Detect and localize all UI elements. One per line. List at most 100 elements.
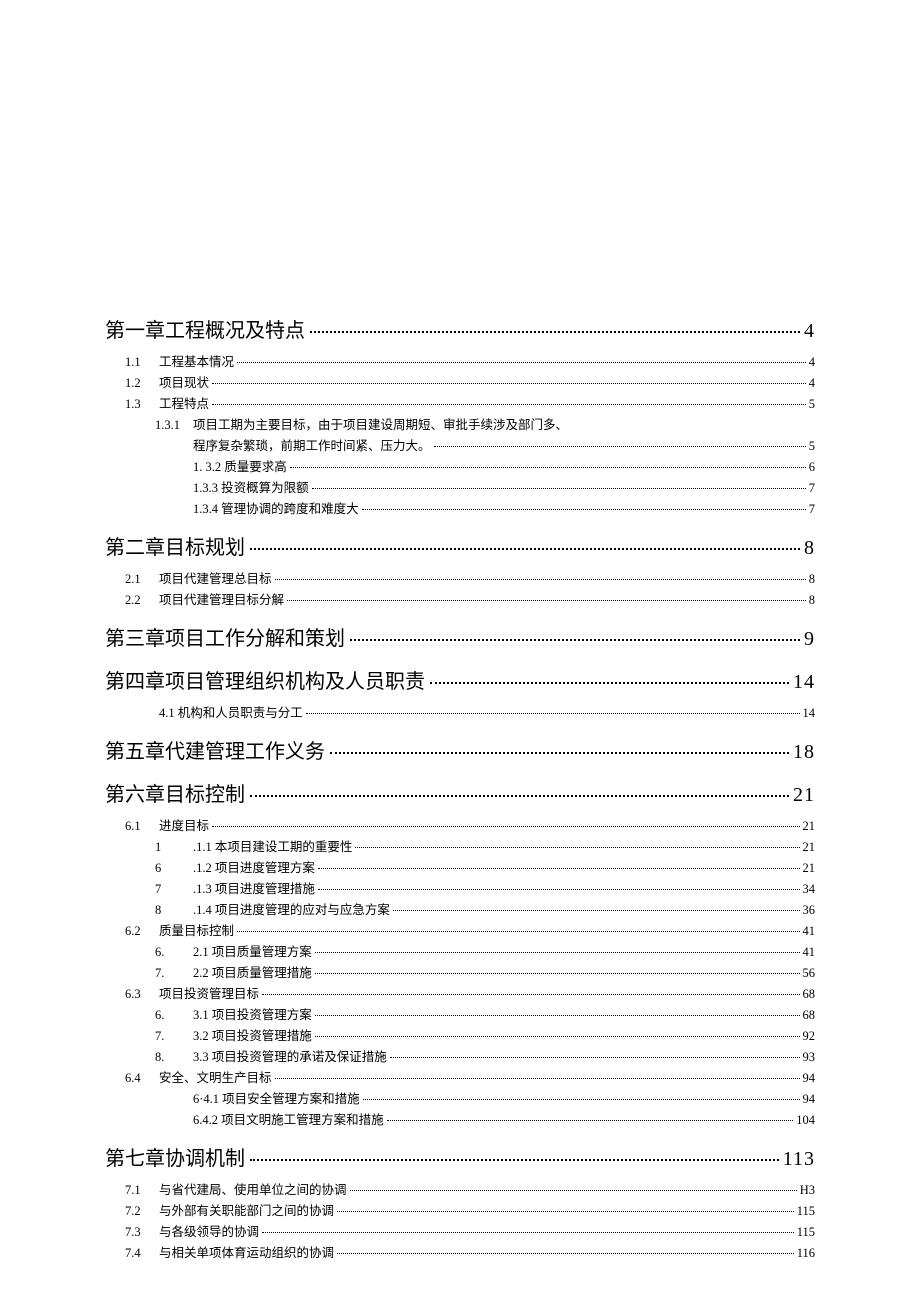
toc-num: 8: [155, 903, 193, 918]
toc-num: 1.2: [125, 376, 159, 391]
toc-num: 6: [155, 861, 193, 876]
toc-title: .1.3 项目进度管理措施: [193, 878, 315, 897]
toc-title: 项目代建管理目标分解: [159, 589, 284, 608]
toc-leader: [262, 1232, 794, 1233]
toc-num: 7.4: [125, 1246, 159, 1261]
toc-subsection: 1.3.1项目工期为主要目标，由于项目建设周期短、审批手续涉及部门多、: [155, 414, 815, 433]
toc-page: 9: [804, 628, 815, 651]
toc-leader: [434, 446, 806, 447]
toc-leader: [315, 1015, 800, 1016]
toc-leader: [387, 1120, 794, 1121]
toc-page: H3: [800, 1183, 815, 1198]
toc-page: 18: [793, 741, 815, 764]
toc-chapter: 第二章目标规划 8: [105, 531, 815, 560]
toc-page: 21: [803, 819, 816, 834]
toc-title: .1.1 本项目建设工期的重要性: [193, 836, 352, 855]
toc-page: 4: [809, 355, 815, 370]
toc-title: .1.2 项目进度管理方案: [193, 857, 315, 876]
toc-title: 1.3.4 管理协调的跨度和难度大: [193, 498, 359, 517]
toc-section: 7.3与各级领导的协调115: [125, 1221, 815, 1240]
toc-page: 93: [803, 1050, 816, 1065]
toc-leader: [355, 847, 799, 848]
toc-page: 8: [809, 572, 815, 587]
toc-title: 与各级领导的协调: [159, 1221, 259, 1240]
toc-leader: [275, 579, 806, 580]
toc-title: 与省代建局、使用单位之间的协调: [159, 1179, 347, 1198]
toc-title: 与外部有关职能部门之间的协调: [159, 1200, 334, 1219]
toc-title: 进度目标: [159, 815, 209, 834]
toc-num: 6.1: [125, 819, 159, 834]
toc-page: 116: [797, 1246, 815, 1261]
toc-chapter: 第一章工程概况及特点 4: [105, 314, 815, 343]
toc-page: 8: [804, 537, 815, 560]
toc-leader: [237, 362, 806, 363]
toc-title: 4.1 机构和人员职责与分工: [159, 702, 303, 721]
toc-leader: [287, 600, 806, 601]
toc-leader: [306, 713, 800, 714]
toc-num: 6.4: [125, 1071, 159, 1086]
toc-page: 36: [803, 903, 816, 918]
toc-leader: [430, 682, 789, 684]
toc-section: 7.4与相关单项体育运动组织的协调 116: [125, 1242, 815, 1261]
toc-num: 7.3: [125, 1225, 159, 1240]
toc-title: 第三章项目工作分解和策划: [105, 622, 345, 651]
toc-title: 1.3.3 投资概算为限额: [193, 477, 309, 496]
toc-page: 14: [803, 706, 816, 721]
toc-page: 4: [809, 376, 815, 391]
toc-leader: [337, 1211, 794, 1212]
toc-page: 104: [796, 1113, 815, 1128]
toc-subsection: 1.1.1 本项目建设工期的重要性21: [155, 836, 815, 855]
toc-page: 41: [803, 924, 816, 939]
toc-num: 6.3: [125, 987, 159, 1002]
toc-title: .1.4 项目进度管理的应对与应急方案: [193, 899, 390, 918]
toc-title: 项目投资管理目标: [159, 983, 259, 1002]
toc-section: 1.2项目现状 4: [125, 372, 815, 391]
toc-section: 2.1项目代建管理总目标8: [125, 568, 815, 587]
toc-num: 8.: [155, 1050, 193, 1065]
toc-title: 第一章工程概况及特点: [105, 314, 305, 343]
toc-num: 2.1: [125, 572, 159, 587]
toc-num: 2.2: [125, 593, 159, 608]
toc-page: 92: [803, 1029, 816, 1044]
toc-num: 7: [155, 882, 193, 897]
toc-leader: [212, 826, 799, 827]
toc-leader: [315, 1036, 800, 1037]
toc-section: 6.3项目投资管理目标68: [125, 983, 815, 1002]
toc-leader: [337, 1253, 794, 1254]
toc-subsection: 7.2.2 项目质量管理措施56: [155, 962, 815, 981]
toc-title: 3.3 项目投资管理的承诺及保证措施: [193, 1046, 387, 1065]
toc-leader: [393, 910, 800, 911]
toc-page: 6: [809, 460, 815, 475]
toc-page: 21: [803, 840, 816, 855]
toc-title: 质量目标控制: [159, 920, 234, 939]
toc-num: 1.1: [125, 355, 159, 370]
toc-title: 项目工期为主要目标，由于项目建设周期短、审批手续涉及部门多、: [193, 414, 568, 433]
toc-page: 68: [803, 1008, 816, 1023]
toc-page: 115: [797, 1204, 815, 1219]
toc-chapter: 第六章目标控制21: [105, 778, 815, 807]
toc-subsection: 6·4.1 项目安全管理方案和措施94: [155, 1088, 815, 1107]
toc-page: 21: [793, 784, 815, 807]
toc-leader: [312, 488, 806, 489]
toc-subsection: 程序复杂繁琐，前期工作时间紧、压力大。5: [155, 435, 815, 454]
toc-leader: [310, 331, 800, 333]
toc-num: 1.3.1: [155, 418, 193, 433]
toc-page: 7: [809, 502, 815, 517]
toc-leader: [250, 1159, 779, 1161]
toc-title: 6·4.1 项目安全管理方案和措施: [193, 1088, 360, 1107]
toc-title: 6.4.2 项目文明施工管理方案和措施: [193, 1109, 384, 1128]
toc-chapter: 第三章项目工作分解和策划 9: [105, 622, 815, 651]
toc-page: 4: [804, 320, 815, 343]
toc-page: 113: [783, 1148, 815, 1171]
toc-title: 第二章目标规划: [105, 531, 245, 560]
toc-chapter: 第五章代建管理工作义务18: [105, 735, 815, 764]
toc-title: 项目现状: [159, 372, 209, 391]
toc-num: 7.: [155, 966, 193, 981]
toc-subsection: 8.3.3 项目投资管理的承诺及保证措施 93: [155, 1046, 815, 1065]
toc-section: 1.3工程特点5: [125, 393, 815, 412]
toc-leader: [315, 973, 800, 974]
toc-section: 7.2与外部有关职能部门之间的协调115: [125, 1200, 815, 1219]
toc-num: 6.2: [125, 924, 159, 939]
toc-section: 2.2项目代建管理目标分解8: [125, 589, 815, 608]
toc-title: 与相关单项体育运动组织的协调: [159, 1242, 334, 1261]
